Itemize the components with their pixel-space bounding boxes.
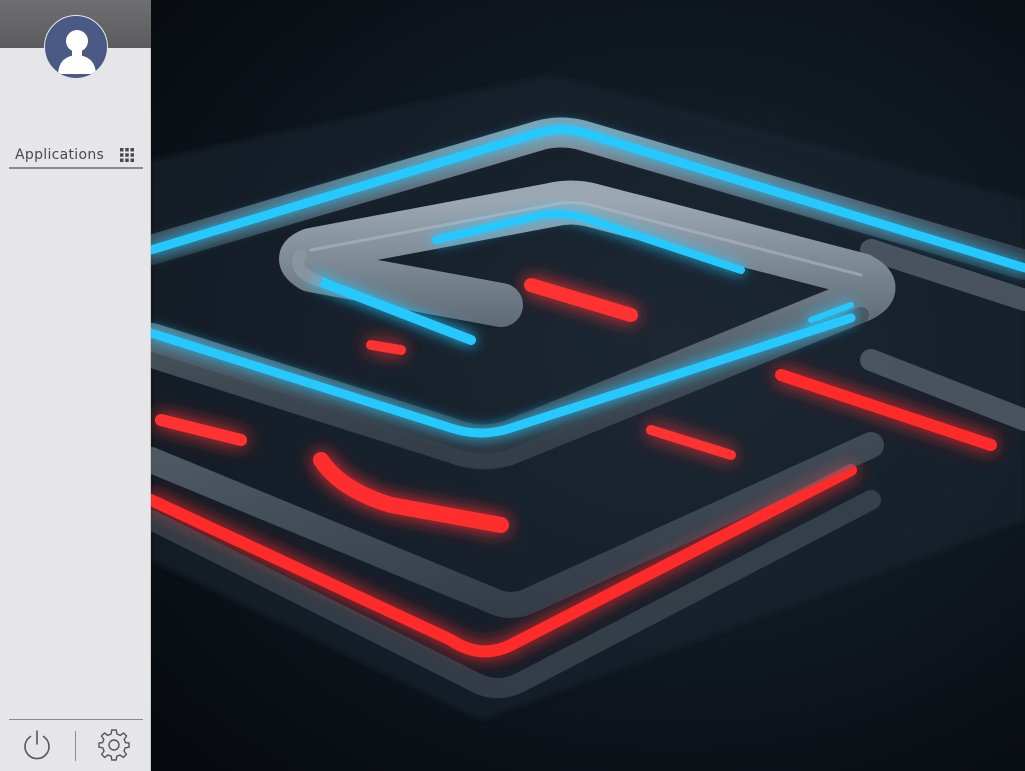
footer-divider (9, 719, 143, 720)
neon-spiral-artwork (151, 75, 1025, 720)
avatar-silhouette (58, 30, 96, 74)
applications-button[interactable]: Applications (9, 144, 143, 169)
power-icon (24, 730, 50, 760)
settings-button[interactable] (97, 728, 131, 762)
grid-icon (120, 148, 134, 162)
applications-label: Applications (15, 147, 105, 163)
desktop-screen: Applications (0, 0, 1025, 771)
footer-separator (75, 731, 76, 761)
side-panel: Applications (0, 0, 151, 771)
user-avatar-icon[interactable] (44, 15, 108, 79)
desktop-wallpaper (151, 0, 1025, 771)
gear-icon (98, 729, 130, 761)
power-button[interactable] (20, 728, 54, 762)
